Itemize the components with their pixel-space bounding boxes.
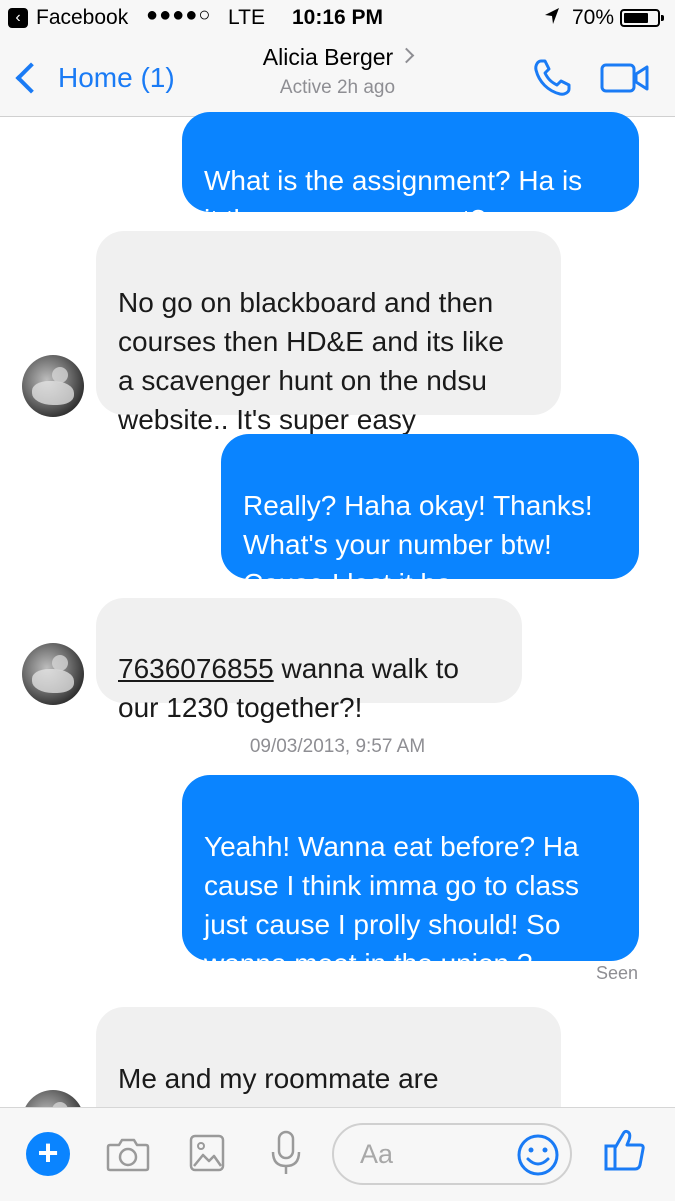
message-composer: + Aa: [0, 1107, 675, 1201]
photo-gallery-button[interactable]: [189, 1134, 225, 1177]
voice-record-button[interactable]: [270, 1130, 302, 1183]
message-text: No go on blackboard and then courses the…: [118, 287, 504, 435]
message-timestamp: 09/03/2013, 9:57 AM: [249, 736, 426, 757]
message-text: Yeahh! Wanna eat before? Ha cause I thin…: [204, 831, 580, 979]
phone-call-button[interactable]: [530, 56, 574, 105]
status-bar: ‹ Facebook ●●●●○ LTE 10:16 PM 70%: [0, 0, 675, 36]
like-button[interactable]: [604, 1128, 646, 1177]
contact-avatar[interactable]: [22, 355, 84, 417]
image-icon: [189, 1134, 225, 1172]
incoming-message[interactable]: 7636076855 wanna walk to our 1230 togeth…: [96, 598, 522, 723]
smiley-icon: [517, 1134, 559, 1176]
message-input-placeholder: Aa: [360, 1139, 394, 1169]
microphone-icon: [271, 1130, 301, 1174]
phone-icon: [534, 59, 571, 96]
message-text: Really? Haha okay! Thanks! What's your n…: [243, 490, 593, 599]
outgoing-message[interactable]: Yeahh! Wanna eat before? Ha cause I thin…: [182, 775, 639, 979]
clock: 10:16 PM: [292, 6, 384, 29]
thumbs-up-icon: [604, 1129, 645, 1171]
back-to-app-icon[interactable]: ‹: [8, 8, 28, 28]
video-call-button[interactable]: [600, 62, 650, 99]
location-arrow-icon: [544, 7, 560, 31]
seen-indicator: Seen: [595, 963, 638, 983]
battery-percent: 70%: [572, 6, 615, 29]
incoming-message[interactable]: No go on blackboard and then courses the…: [96, 231, 561, 435]
conversation-header: Home (1) Alicia Berger Active 2h ago: [0, 36, 675, 117]
message-text: What is the assignment? Ha is it the pre…: [204, 165, 583, 235]
contact-avatar[interactable]: [22, 643, 84, 705]
camera-button[interactable]: [106, 1136, 150, 1177]
outgoing-message[interactable]: What is the assignment? Ha is it the pre…: [182, 112, 639, 235]
signal-strength: ●●●●○: [146, 4, 212, 26]
more-actions-button[interactable]: +: [26, 1132, 70, 1176]
back-app-label[interactable]: Facebook: [36, 6, 128, 30]
outgoing-message[interactable]: Really? Haha okay! Thanks! What's your n…: [221, 434, 639, 599]
camera-icon: [106, 1138, 150, 1172]
message-input[interactable]: Aa: [332, 1123, 572, 1185]
battery-icon: [620, 9, 664, 27]
phone-number-link[interactable]: 7636076855: [118, 653, 274, 684]
contact-name[interactable]: Alicia Berger: [263, 44, 393, 70]
video-camera-icon: [600, 63, 649, 93]
network-type: LTE: [228, 6, 265, 29]
chevron-right-icon: [398, 47, 415, 64]
emoji-button[interactable]: [516, 1133, 560, 1182]
